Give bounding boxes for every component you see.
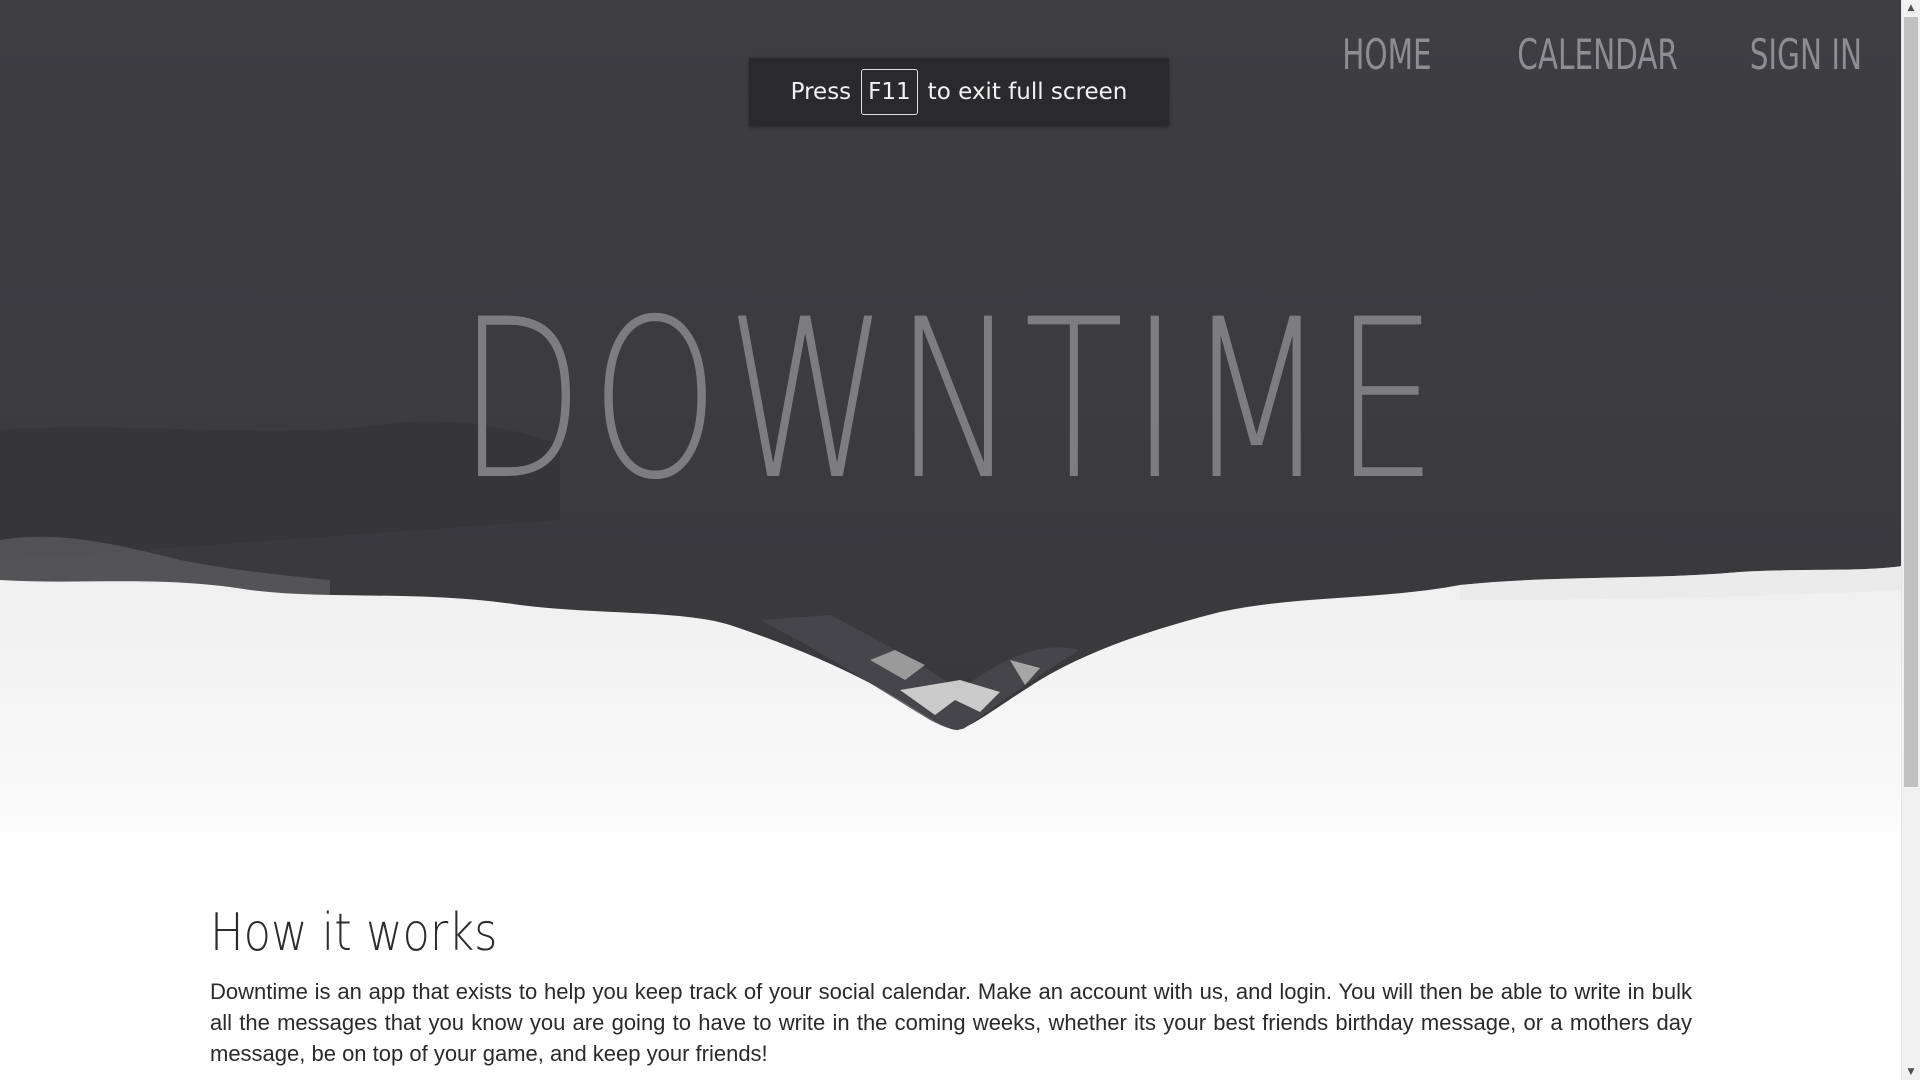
section-body-text: Downtime is an app that exists to help y… (210, 979, 1692, 1066)
how-it-works-section: How it works Downtime is an app that exi… (210, 900, 1692, 1069)
nav-link-calendar[interactable]: CALENDAR (1517, 28, 1678, 82)
scrollbar-thumb[interactable] (1904, 17, 1918, 787)
toast-prefix: Press (790, 79, 852, 105)
triangle-up-icon[interactable]: ▲ (1902, 0, 1920, 16)
nav-link-home[interactable]: HOME (1343, 28, 1432, 82)
hero-banner: HOME CALENDAR SIGN IN Press F11 to exit … (0, 0, 1902, 832)
hero-title: DOWNTIME (0, 290, 1902, 510)
f11-key-badge: F11 (861, 69, 918, 115)
main-nav: HOME CALENDAR SIGN IN (1317, 28, 1862, 82)
vertical-scrollbar[interactable]: ▲ ▼ (1901, 0, 1920, 1080)
section-heading: How it works (210, 903, 498, 963)
fullscreen-exit-toast: Press F11 to exit full screen (749, 58, 1169, 126)
toast-suffix: to exit full screen (927, 79, 1128, 105)
hero-title-text: DOWNTIME (457, 272, 1445, 528)
nav-link-sign-in[interactable]: SIGN IN (1750, 28, 1862, 82)
page-viewport: HOME CALENDAR SIGN IN Press F11 to exit … (0, 0, 1902, 1080)
triangle-down-icon[interactable]: ▼ (1902, 1064, 1920, 1080)
